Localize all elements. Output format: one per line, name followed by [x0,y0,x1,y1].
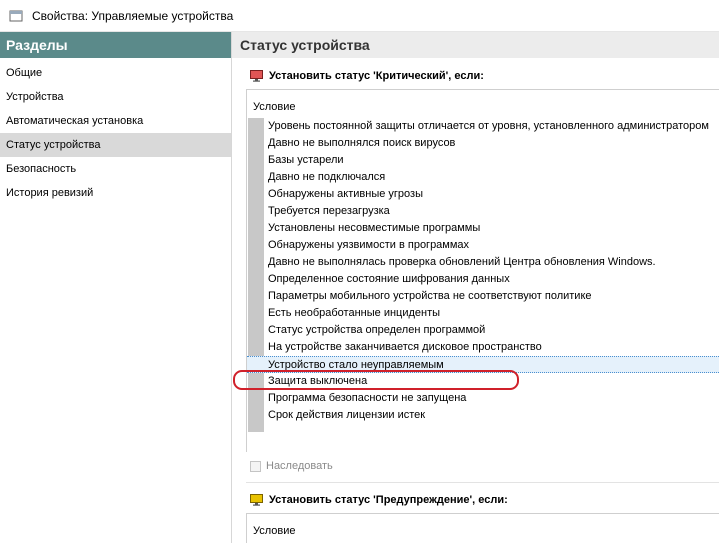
inherit-checkbox[interactable] [250,460,261,472]
sidebar-item-security[interactable]: Безопасность [0,157,231,181]
condition-row[interactable]: Защита выключена [247,373,719,390]
window-title: Свойства: Управляемые устройства [32,9,234,23]
window-app-icon [9,10,23,22]
warning-conditions-list[interactable]: Условие [246,513,719,543]
critical-condition-rows: Уровень постоянной защиты отличается от … [247,118,719,432]
critical-group-title: Установить статус 'Критический', если: [250,70,484,82]
condition-row[interactable]: Срок действия лицензии истек [247,407,719,424]
critical-column-header: Условие [253,101,296,113]
group-divider [246,482,719,483]
warning-monitor-icon [250,494,263,506]
condition-row[interactable]: Определенное состояние шифрования данных [247,271,719,288]
sidebar-item-device-status[interactable]: Статус устройства [0,133,231,157]
condition-row[interactable]: Обнаружены уязвимости в программах [247,237,719,254]
condition-row[interactable]: Программа безопасности не запущена [247,390,719,407]
sidebar-item-general[interactable]: Общие [0,61,231,85]
condition-row[interactable]: Параметры мобильного устройства не соотв… [247,288,719,305]
sidebar-item-revision-history[interactable]: История ревизий [0,181,231,205]
condition-row[interactable]: Уровень постоянной защиты отличается от … [247,118,719,135]
sections-sidebar: Разделы Общие Устройства Автоматическая … [0,32,232,543]
critical-group-label: Установить статус 'Критический', если: [269,70,484,82]
warning-column-header: Условие [253,525,296,537]
condition-row[interactable]: Давно не выполнялась проверка обновлений… [247,254,719,271]
condition-row[interactable]: Давно не подключался [247,169,719,186]
section-title: Статус устройства [232,32,719,58]
warning-group-title: Установить статус 'Предупреждение', если… [250,494,508,506]
main-panel: Статус устройства Установить статус 'Кри… [232,32,719,543]
sidebar-header: Разделы [0,32,231,58]
condition-row[interactable]: Устройство стало неуправляемым [247,356,719,373]
warning-group-label: Установить статус 'Предупреждение', если… [269,494,508,506]
condition-row[interactable]: Базы устарели [247,152,719,169]
condition-row[interactable]: Есть необработанные инциденты [247,305,719,322]
inherit-option[interactable]: Наследовать [250,460,333,472]
inherit-label: Наследовать [266,460,333,472]
condition-row[interactable]: Давно не выполнялся поиск вирусов [247,135,719,152]
critical-monitor-icon [250,70,263,82]
sidebar-list: Общие Устройства Автоматическая установк… [0,58,231,205]
condition-row[interactable]: Требуется перезагрузка [247,203,719,220]
condition-row[interactable]: Статус устройства определен программой [247,322,719,339]
window-titlebar: Свойства: Управляемые устройства [0,0,719,32]
condition-row[interactable]: На устройстве заканчивается дисковое про… [247,339,719,356]
sidebar-item-auto-install[interactable]: Автоматическая установка [0,109,231,133]
critical-conditions-list[interactable]: Условие Уровень постоянной защиты отлича… [246,89,719,452]
condition-row[interactable]: Обнаружены активные угрозы [247,186,719,203]
sidebar-item-devices[interactable]: Устройства [0,85,231,109]
condition-row[interactable]: Установлены несовместимые программы [247,220,719,237]
